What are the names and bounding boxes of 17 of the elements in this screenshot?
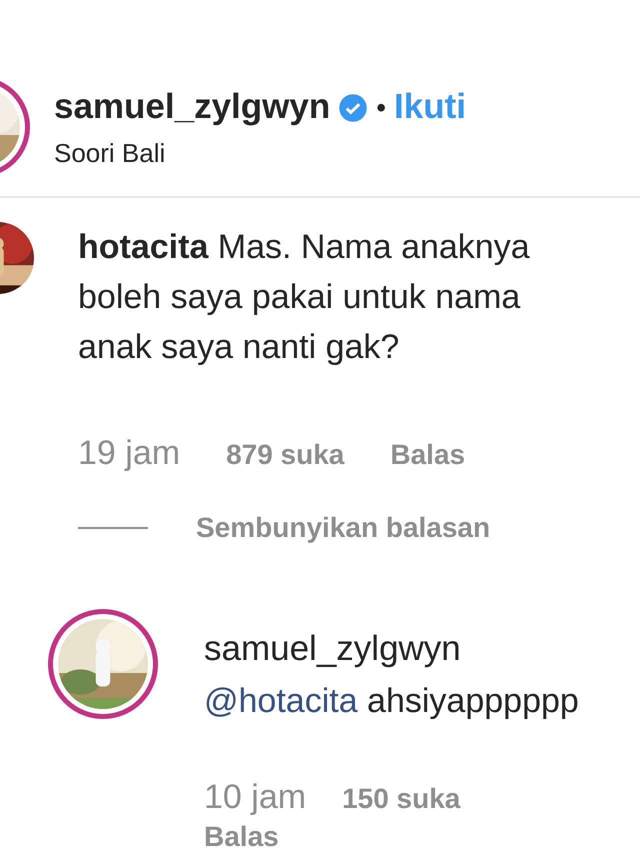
likes-count[interactable]: 150 suka: [342, 778, 460, 820]
separator-dot: •: [376, 90, 386, 124]
hide-replies-link[interactable]: Sembunyikan balasan: [196, 507, 490, 549]
timestamp: 10 jam: [204, 776, 306, 818]
reply-link[interactable]: Balas: [390, 434, 466, 476]
timestamp: 19 jam: [78, 433, 180, 474]
location-link[interactable]: Soori Bali: [54, 134, 466, 173]
reply-link[interactable]: Balas: [204, 822, 279, 850]
mention-link[interactable]: @hotacita: [204, 682, 358, 720]
avatar-ring[interactable]: [48, 609, 158, 719]
username-link[interactable]: samuel_zylgwyn: [204, 623, 640, 676]
follow-link[interactable]: Ikuti: [394, 81, 466, 134]
username-link[interactable]: hotacita: [78, 228, 208, 266]
comment-text: hotacita Mas. Nama anaknya boleh saya pakai untuk nama anak saya nanti gak?: [78, 227, 531, 368]
username-link[interactable]: samuel_zylgwyn: [54, 81, 330, 134]
likes-count[interactable]: 879 suka: [226, 434, 344, 476]
reply-text: @hotacita ahsiyapppppp: [204, 680, 580, 722]
